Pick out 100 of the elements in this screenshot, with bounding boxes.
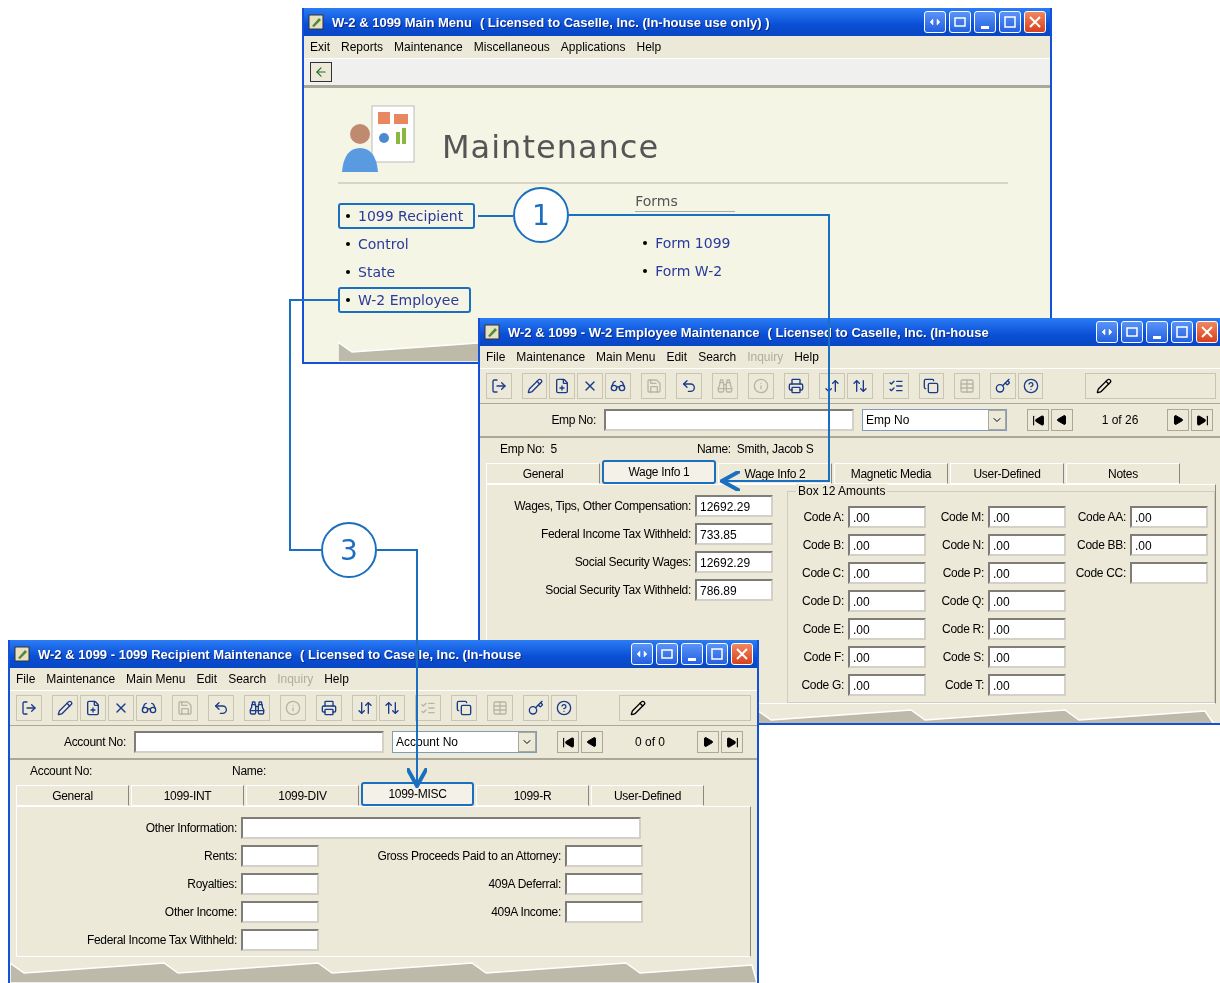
last-record-button[interactable] <box>721 731 743 753</box>
toolbar-button[interactable] <box>549 373 576 399</box>
toolbar-button[interactable] <box>16 695 42 721</box>
restore-button[interactable] <box>949 11 971 33</box>
input-field[interactable] <box>604 409 854 431</box>
minimize-button[interactable] <box>681 643 703 665</box>
input-field[interactable]: 786.89 <box>695 579 773 601</box>
previous-record-button[interactable] <box>581 731 603 753</box>
input-field[interactable]: .00 <box>848 506 926 528</box>
tab[interactable]: User-Defined <box>950 463 1064 484</box>
minimize-button[interactable] <box>974 11 996 33</box>
maximize-button[interactable] <box>706 643 728 665</box>
last-record-button[interactable] <box>1191 409 1213 431</box>
tab[interactable]: Notes <box>1066 463 1180 484</box>
tab[interactable]: Magnetic Media <box>834 463 948 484</box>
input-field[interactable]: 733.85 <box>695 523 773 545</box>
menu-link[interactable]: Form W-2 <box>635 258 735 284</box>
toolbar-button[interactable] <box>990 373 1016 399</box>
menu-item[interactable]: Search <box>228 672 267 686</box>
toolbar-button[interactable] <box>51 695 78 721</box>
toolbar-button[interactable] <box>79 695 106 721</box>
close-button[interactable] <box>1196 321 1218 343</box>
menu-item[interactable]: Maintenance <box>46 672 116 686</box>
menu-item[interactable]: Exit <box>310 40 330 54</box>
input-field[interactable]: .00 <box>1130 506 1208 528</box>
menu-item[interactable]: Main Menu <box>126 672 186 686</box>
menu-item[interactable]: Help <box>636 40 662 54</box>
toolbar-button[interactable] <box>604 373 631 399</box>
input-field[interactable]: .00 <box>1130 534 1208 556</box>
tab[interactable]: User-Defined <box>591 785 704 806</box>
tab[interactable]: General <box>486 463 600 484</box>
input-field[interactable]: .00 <box>988 534 1066 556</box>
menu-item[interactable]: Maintenance <box>394 40 463 54</box>
toolbar-button[interactable] <box>207 695 234 721</box>
toolbar-button[interactable] <box>882 373 909 399</box>
tab[interactable]: Wage Info 1 <box>602 460 716 484</box>
restore-button[interactable] <box>656 643 678 665</box>
toolbar-button[interactable] <box>521 373 548 399</box>
toolbar-button[interactable] <box>783 373 810 399</box>
menu-item[interactable]: Main Menu <box>596 350 656 364</box>
menu-item[interactable]: Edit <box>666 350 688 364</box>
input-field[interactable] <box>134 731 384 753</box>
previous-record-button[interactable] <box>1051 409 1073 431</box>
next-record-button[interactable] <box>1167 409 1189 431</box>
input-field[interactable]: .00 <box>848 674 926 696</box>
menu-item[interactable]: Help <box>794 350 819 364</box>
input-field[interactable]: 12692.29 <box>695 551 773 573</box>
input-field[interactable] <box>565 873 643 895</box>
input-field[interactable]: .00 <box>848 618 926 640</box>
sort-dropdown[interactable]: Emp No <box>862 409 1007 431</box>
maximize-button[interactable] <box>1171 321 1193 343</box>
tab[interactable]: 1099-INT <box>131 785 244 806</box>
menu-item[interactable]: Miscellaneous <box>473 40 550 54</box>
toolbar-button[interactable] <box>486 373 512 399</box>
scroll-button[interactable] <box>1096 321 1118 343</box>
input-field[interactable] <box>565 901 643 923</box>
tab[interactable]: 1099-DIV <box>246 785 359 806</box>
toolbar-button[interactable] <box>523 695 550 721</box>
input-field[interactable]: 12692.29 <box>695 495 773 517</box>
toolbar-button[interactable] <box>107 695 134 721</box>
first-record-button[interactable] <box>1027 409 1049 431</box>
menu-item[interactable]: File <box>486 350 506 364</box>
toolbar-button[interactable] <box>243 695 270 721</box>
input-field[interactable]: .00 <box>988 618 1066 640</box>
toolbar-button[interactable] <box>551 695 578 721</box>
input-field[interactable]: .00 <box>988 562 1066 584</box>
input-field[interactable]: .00 <box>848 562 926 584</box>
input-field[interactable] <box>241 845 319 867</box>
scroll-button[interactable] <box>924 11 946 33</box>
close-button[interactable] <box>1024 11 1046 33</box>
input-field[interactable] <box>1130 562 1208 584</box>
input-field[interactable]: .00 <box>848 590 926 612</box>
maximize-button[interactable] <box>999 11 1021 33</box>
tab[interactable]: 1099-R <box>476 785 589 806</box>
next-record-button[interactable] <box>697 731 719 753</box>
toolbar-button[interactable] <box>379 695 406 721</box>
menu-link[interactable]: Form 1099 <box>635 230 743 256</box>
toolbar-button[interactable] <box>577 373 603 399</box>
toolbar-button[interactable] <box>1017 373 1044 399</box>
input-field[interactable]: .00 <box>988 646 1066 668</box>
toolbar-button[interactable] <box>135 695 162 721</box>
input-field[interactable] <box>241 929 319 951</box>
menu-item[interactable]: Maintenance <box>516 350 586 364</box>
menu-item[interactable]: Reports <box>341 40 384 54</box>
toolbar-button[interactable] <box>351 695 378 721</box>
menu-link[interactable]: Control <box>338 231 421 257</box>
menu-item[interactable]: Applications <box>560 40 626 54</box>
toolbar-button[interactable] <box>819 373 846 399</box>
input-field[interactable] <box>241 901 319 923</box>
toolbar-button[interactable] <box>918 373 945 399</box>
menu-link[interactable]: State <box>338 259 408 285</box>
menu-item[interactable]: Search <box>698 350 737 364</box>
menu-link[interactable]: W-2 Employee <box>338 287 472 313</box>
menu-item[interactable]: Help <box>324 672 349 686</box>
scroll-button[interactable] <box>631 643 653 665</box>
input-field[interactable]: .00 <box>848 534 926 556</box>
input-field[interactable]: .00 <box>988 506 1066 528</box>
input-field[interactable] <box>241 873 319 895</box>
menu-item[interactable]: File <box>16 672 36 686</box>
input-field[interactable] <box>565 845 643 867</box>
